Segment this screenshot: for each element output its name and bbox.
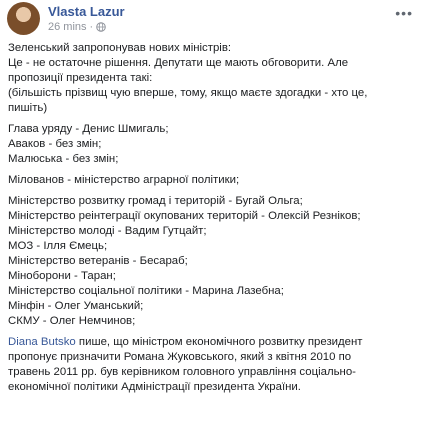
text-line: пропонує призначити Романа Жуковського, … <box>8 351 352 363</box>
leadership-paragraph: Глава уряду - Денис Шмигаль; Аваков - бе… <box>8 122 418 167</box>
text-line: Міноборони - Таран; <box>8 270 116 282</box>
globe-icon[interactable] <box>96 22 107 32</box>
post-meta: 26 mins · <box>48 21 107 33</box>
text-line: Міністерство соціальної політики - Марин… <box>8 285 284 297</box>
text-line: Міністерство розвитку громад і територій… <box>8 195 303 207</box>
mention-link[interactable]: Diana Butsko <box>8 336 76 348</box>
text-line: Diana Butsko пише, що міністром економіч… <box>8 335 418 350</box>
text-line: Мілованов - міністерство аграрної політи… <box>8 174 240 186</box>
author-name[interactable]: Vlasta Lazur <box>48 4 125 19</box>
ministers-paragraph: Міністерство розвитку громад і територій… <box>8 194 418 329</box>
avatar[interactable] <box>7 2 40 35</box>
text-line: травень 2011 рр. був керівником головног… <box>8 366 356 378</box>
text-fragment: пише, що міністром економічного розвитку… <box>75 336 363 348</box>
text-line: Глава уряду - Денис Шмигаль; <box>8 123 169 135</box>
more-options-icon[interactable]: ••• <box>395 6 413 20</box>
post-header: Vlasta Lazur 26 mins · ••• <box>0 0 421 40</box>
text-line: Міністерство ветеранів - Бесараб; <box>8 255 188 267</box>
text-line: Міністерство молоді - Вадим Гутцайт; <box>8 225 207 237</box>
agriculture-paragraph: Мілованов - міністерство аграрної політи… <box>8 173 418 188</box>
facebook-post: Vlasta Lazur 26 mins · ••• Зеленський за… <box>0 0 421 423</box>
intro-paragraph: Зеленський запропонував нових міністрів:… <box>8 41 418 116</box>
text-line: СКМУ - Олег Немчинов; <box>8 315 136 327</box>
text-line: пропозиції президента такі: <box>8 72 153 84</box>
text-line: Аваков - без змін; <box>8 138 102 150</box>
text-line: Міністерство реінтеграції окупованих тер… <box>8 210 361 222</box>
text-line: (більшість прізвищ чую вперше, тому, якщ… <box>8 87 368 99</box>
closing-paragraph: Diana Butsko пише, що міністром економіч… <box>8 335 418 395</box>
text-line: пишіть) <box>8 102 48 114</box>
text-line: економічної політики Адміністрації прези… <box>8 381 301 393</box>
text-line: Це - не остаточне рішення. Депутати ще м… <box>8 57 349 69</box>
text-line: Зеленський запропонував нових міністрів: <box>8 42 232 54</box>
text-line: МОЗ - Ілля Ємець; <box>8 240 108 252</box>
text-line: Мінфін - Олег Уманський; <box>8 300 144 312</box>
post-body: Зеленський запропонував нових міністрів:… <box>8 41 418 401</box>
text-line: Малюська - без змін; <box>8 153 119 165</box>
post-timestamp[interactable]: 26 mins <box>48 21 87 33</box>
